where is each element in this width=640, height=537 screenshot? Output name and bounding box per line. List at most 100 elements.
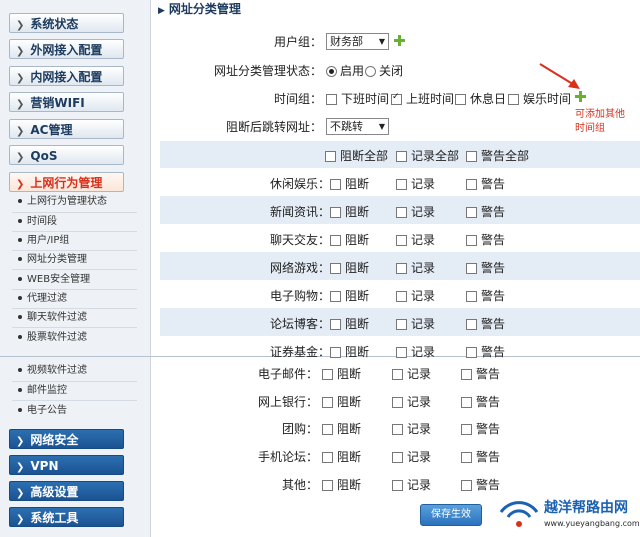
checkbox-icon bbox=[392, 397, 403, 408]
checkbox-label: 警告 bbox=[476, 395, 501, 409]
checkbox-icon bbox=[396, 291, 407, 302]
nav-advanced[interactable]: ❯ 高级设置 bbox=[9, 481, 124, 501]
log-checkbox[interactable]: 记录 bbox=[396, 287, 435, 304]
checkbox-icon bbox=[396, 235, 407, 246]
log-checkbox[interactable]: 记录 bbox=[396, 259, 435, 276]
time-option-offwork[interactable]: 下班时间 bbox=[326, 90, 389, 107]
warn-checkbox[interactable]: 警告 bbox=[461, 365, 500, 382]
log-checkbox[interactable]: 记录 bbox=[396, 315, 435, 332]
checkbox-label: 记录 bbox=[411, 233, 436, 247]
bullet-icon bbox=[18, 219, 22, 223]
sub-behavior-status[interactable]: 上网行为管理状态 bbox=[18, 193, 143, 211]
checkbox-label: 阻断 bbox=[337, 422, 362, 436]
sub-bulletin[interactable]: 电子公告 bbox=[18, 402, 143, 420]
sub-label: 上网行为管理状态 bbox=[27, 196, 107, 207]
checkbox-label: 阻断 bbox=[345, 261, 370, 275]
sub-user-ip-group[interactable]: 用户/IP组 bbox=[18, 232, 143, 250]
nav-wan-config[interactable]: ❯ 外网接入配置 bbox=[9, 39, 124, 59]
sub-label: 代理过滤 bbox=[27, 293, 67, 304]
warn-checkbox[interactable]: 警告 bbox=[461, 448, 500, 465]
log-checkbox[interactable]: 记录 bbox=[396, 343, 435, 360]
checkbox-icon bbox=[330, 179, 341, 190]
sub-web-security[interactable]: WEB安全管理 bbox=[18, 271, 143, 289]
warn-checkbox[interactable]: 警告 bbox=[466, 231, 505, 248]
block-checkbox[interactable]: 阻断 bbox=[330, 287, 369, 304]
nav-ac-manage[interactable]: ❯ AC管理 bbox=[9, 119, 124, 139]
warn-checkbox[interactable]: 警告 bbox=[461, 420, 500, 437]
sub-chat-filter[interactable]: 聊天软件过滤 bbox=[18, 309, 143, 327]
block-checkbox[interactable]: 阻断 bbox=[322, 420, 361, 437]
redirect-select[interactable]: 不跳转 ▼ bbox=[326, 118, 389, 135]
log-checkbox[interactable]: 记录 bbox=[396, 231, 435, 248]
status-on-radio[interactable]: 启用 bbox=[326, 62, 364, 79]
select-value: 财务部 bbox=[330, 35, 363, 48]
sub-mail-monitor[interactable]: 邮件监控 bbox=[18, 382, 143, 400]
log-all-checkbox[interactable]: 记录全部 bbox=[396, 147, 459, 164]
checkbox-label: 阻断 bbox=[337, 395, 362, 409]
checkbox-label: 阻断 bbox=[345, 233, 370, 247]
sub-proxy-filter[interactable]: 代理过滤 bbox=[18, 290, 143, 308]
sub-video-filter[interactable]: 视频软件过滤 bbox=[18, 362, 143, 380]
time-option-work[interactable]: 上班时间 bbox=[391, 90, 454, 107]
checkbox-label: 警告 bbox=[476, 450, 501, 464]
log-checkbox[interactable]: 记录 bbox=[392, 393, 431, 410]
warn-all-checkbox[interactable]: 警告全部 bbox=[466, 147, 529, 164]
log-checkbox[interactable]: 记录 bbox=[392, 476, 431, 493]
checkbox-icon bbox=[325, 151, 336, 162]
log-checkbox[interactable]: 记录 bbox=[396, 203, 435, 220]
add-user-group-icon[interactable] bbox=[394, 35, 405, 46]
chevron-right-icon: ❯ bbox=[16, 462, 25, 473]
divider bbox=[12, 269, 137, 270]
sub-time-period[interactable]: 时间段 bbox=[18, 213, 143, 231]
warn-checkbox[interactable]: 警告 bbox=[466, 315, 505, 332]
block-checkbox[interactable]: 阻断 bbox=[322, 448, 361, 465]
block-checkbox[interactable]: 阻断 bbox=[322, 476, 361, 493]
block-all-checkbox[interactable]: 阻断全部 bbox=[325, 147, 388, 164]
sub-stock-filter[interactable]: 股票软件过滤 bbox=[18, 329, 143, 347]
block-checkbox[interactable]: 阻断 bbox=[330, 315, 369, 332]
block-checkbox[interactable]: 阻断 bbox=[322, 365, 361, 382]
nav-qos[interactable]: ❯ QoS bbox=[9, 145, 124, 165]
checkbox-label: 警告 bbox=[481, 261, 506, 275]
log-checkbox[interactable]: 记录 bbox=[392, 365, 431, 382]
warn-checkbox[interactable]: 警告 bbox=[461, 393, 500, 410]
add-time-group-icon[interactable] bbox=[575, 91, 586, 102]
block-checkbox[interactable]: 阻断 bbox=[330, 175, 369, 192]
nav-system-status[interactable]: ❯ 系统状态 bbox=[9, 13, 124, 33]
status-off-radio[interactable]: 关闭 bbox=[365, 62, 403, 79]
warn-checkbox[interactable]: 警告 bbox=[466, 343, 505, 360]
category-label: 网上银行： bbox=[257, 395, 318, 409]
nav-marketing-wifi[interactable]: ❯ 营销WIFI bbox=[9, 92, 124, 112]
checkbox-icon bbox=[330, 263, 341, 274]
sub-url-category[interactable]: 网址分类管理 bbox=[18, 251, 143, 269]
warn-checkbox[interactable]: 警告 bbox=[466, 259, 505, 276]
user-group-label: 用户组： bbox=[273, 35, 322, 49]
log-checkbox[interactable]: 记录 bbox=[396, 175, 435, 192]
nav-lan-config[interactable]: ❯ 内网接入配置 bbox=[9, 66, 124, 86]
nav-label: 高级设置 bbox=[30, 485, 79, 499]
block-checkbox[interactable]: 阻断 bbox=[330, 203, 369, 220]
save-button[interactable]: 保存生效 bbox=[420, 504, 482, 526]
block-checkbox[interactable]: 阻断 bbox=[322, 393, 361, 410]
checkbox-label: 警告 bbox=[481, 233, 506, 247]
nav-vpn[interactable]: ❯ VPN bbox=[9, 455, 124, 475]
checkbox-label: 警告 bbox=[476, 422, 501, 436]
nav-system-tools[interactable]: ❯ 系统工具 bbox=[9, 507, 124, 527]
bullet-icon bbox=[18, 199, 22, 203]
checkbox-label: 记录 bbox=[407, 395, 432, 409]
warn-checkbox[interactable]: 警告 bbox=[466, 287, 505, 304]
log-checkbox[interactable]: 记录 bbox=[392, 448, 431, 465]
user-group-select[interactable]: 财务部 ▼ bbox=[326, 33, 389, 50]
warn-checkbox[interactable]: 警告 bbox=[466, 175, 505, 192]
block-checkbox[interactable]: 阻断 bbox=[330, 343, 369, 360]
nav-behavior-manage[interactable]: ❯ 上网行为管理 bbox=[9, 172, 124, 192]
warn-checkbox[interactable]: 警告 bbox=[466, 203, 505, 220]
watermark-title: 越洋帮路由网 bbox=[544, 500, 628, 516]
time-option-leisure[interactable]: 娱乐时间 bbox=[508, 90, 571, 107]
time-option-restday[interactable]: 休息日 bbox=[455, 90, 506, 107]
nav-network-security[interactable]: ❯ 网络安全 bbox=[9, 429, 124, 449]
block-checkbox[interactable]: 阻断 bbox=[330, 259, 369, 276]
category-label: 其他： bbox=[281, 478, 318, 492]
block-checkbox[interactable]: 阻断 bbox=[330, 231, 369, 248]
log-checkbox[interactable]: 记录 bbox=[392, 420, 431, 437]
